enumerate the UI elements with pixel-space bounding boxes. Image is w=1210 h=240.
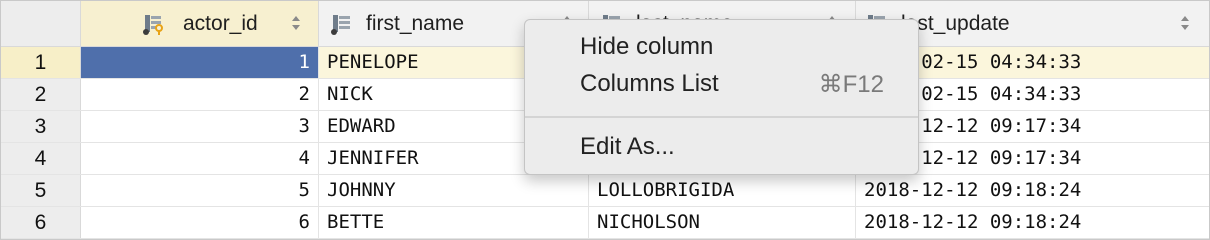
row-number[interactable]: 2 bbox=[1, 79, 81, 110]
column-context-menu: Hide column Columns List ⌘F12 Edit As... bbox=[524, 19, 919, 175]
menu-item-edit-as[interactable]: Edit As... bbox=[525, 130, 918, 164]
primary-key-column-icon bbox=[143, 15, 163, 35]
first-name-cell[interactable]: BETTE bbox=[319, 207, 589, 238]
column-header-label: first_name bbox=[366, 12, 465, 35]
menu-item-label: Columns List bbox=[580, 70, 719, 97]
actor-id-cell[interactable]: 5 bbox=[81, 175, 319, 206]
last-update-cell[interactable]: 2018-12-12 09:18:24 bbox=[856, 207, 1209, 238]
sort-arrows-icon[interactable] bbox=[291, 13, 301, 33]
menu-separator bbox=[525, 116, 918, 118]
row-number[interactable]: 4 bbox=[1, 143, 81, 174]
column-header-label: actor_id bbox=[183, 12, 258, 35]
first-name-cell[interactable]: JOHNNY bbox=[319, 175, 589, 206]
data-grid: actor_id first_name last_update 1 1 PENE… bbox=[0, 0, 1210, 240]
row-number[interactable]: 5 bbox=[1, 175, 81, 206]
actor-id-cell[interactable]: 6 bbox=[81, 207, 319, 238]
table-row[interactable]: 5 5 JOHNNY LOLLOBRIGIDA 2018-12-12 09:18… bbox=[1, 175, 1209, 207]
actor-id-cell[interactable]: 4 bbox=[81, 143, 319, 174]
row-number[interactable]: 3 bbox=[1, 111, 81, 142]
menu-item-hide-column[interactable]: Hide column bbox=[525, 30, 918, 64]
column-header-actor-id[interactable]: actor_id bbox=[81, 1, 319, 46]
last-name-cell[interactable]: LOLLOBRIGIDA bbox=[589, 175, 856, 206]
menu-item-label: Hide column bbox=[580, 33, 714, 60]
menu-item-columns-list[interactable]: Columns List ⌘F12 bbox=[525, 67, 918, 101]
column-icon bbox=[331, 15, 350, 35]
actor-id-cell[interactable]: 3 bbox=[81, 111, 319, 142]
actor-id-cell[interactable]: 2 bbox=[81, 79, 319, 110]
last-name-cell[interactable]: NICHOLSON bbox=[589, 207, 856, 238]
row-number-header bbox=[1, 1, 81, 46]
sort-arrows-icon[interactable] bbox=[1180, 13, 1190, 33]
last-update-cell[interactable]: 2018-12-12 09:18:24 bbox=[856, 175, 1209, 206]
menu-item-label: Edit As... bbox=[580, 133, 675, 160]
row-number[interactable]: 1 bbox=[1, 47, 81, 78]
actor-id-cell[interactable]: 1 bbox=[81, 47, 319, 78]
menu-item-shortcut: ⌘F12 bbox=[818, 71, 884, 98]
row-number[interactable]: 6 bbox=[1, 207, 81, 238]
table-row[interactable]: 6 6 BETTE NICHOLSON 2018-12-12 09:18:24 bbox=[1, 207, 1209, 239]
